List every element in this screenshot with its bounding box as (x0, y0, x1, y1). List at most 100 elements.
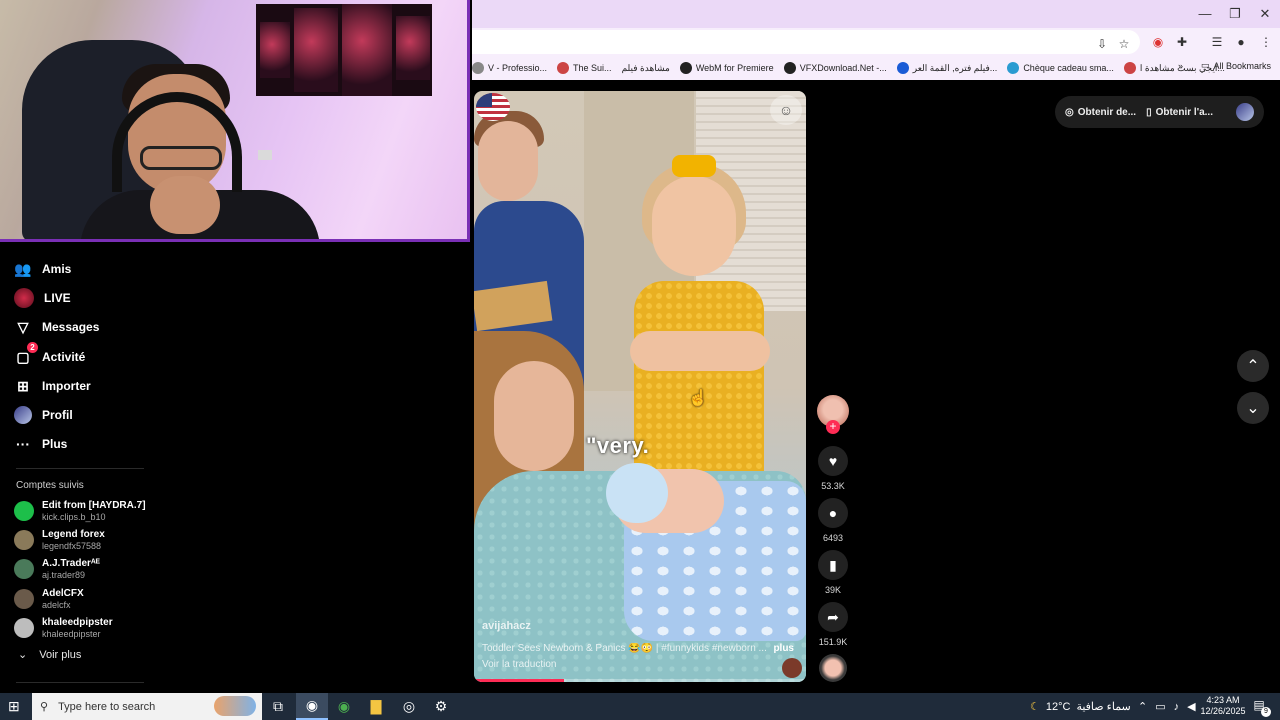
sidebar-item-upload[interactable]: ⊞ Importer (14, 374, 91, 398)
activity-icon: ▢ 2 (14, 342, 38, 366)
minimize-button[interactable]: — (1190, 4, 1220, 24)
sidebar-item-messages[interactable]: ▽ Messages (14, 315, 100, 339)
chevron-up-icon[interactable]: ⌃ (1138, 700, 1147, 713)
moon-icon: ☾ (1030, 701, 1040, 713)
profile-avatar-icon[interactable]: ● (1233, 34, 1249, 50)
file-explorer-icon[interactable]: ▇ (360, 693, 392, 720)
windows-start-icon[interactable]: ⊞ (8, 698, 24, 714)
see-translation-link[interactable]: Voir la traduction (482, 659, 557, 670)
bookmark[interactable]: The Sui... (557, 62, 612, 74)
bookmark[interactable]: مشاهدة فيلم (622, 63, 670, 74)
chrome-app-icon[interactable]: ◉ (296, 693, 328, 720)
network-icon[interactable]: ▭ (1155, 700, 1165, 713)
windows-taskbar: ⊞ ⚲ Type here to search ⧉ ◉ ◉ ▇ ◎ ⚙ ☾ 12… (0, 693, 1280, 720)
mute-toggle-icon[interactable]: ☺ (770, 95, 802, 125)
video-progress-bar[interactable] (474, 679, 806, 682)
like-button[interactable]: ♥ (818, 446, 848, 476)
close-window-button[interactable]: ✕ (1250, 4, 1280, 24)
chevron-up-icon: ⌃ (1246, 358, 1260, 375)
girl-crossed-arms (630, 331, 770, 371)
bookmark[interactable]: WebM for Premiere (679, 62, 774, 74)
account-handle: kick.clips.b_b10 (42, 511, 106, 522)
install-app-icon[interactable]: ⇩ (1094, 36, 1110, 52)
bookmarks-more-icon[interactable]: » (1178, 61, 1183, 71)
hair-bow (672, 155, 716, 177)
steam-app-icon[interactable]: ⚙ (425, 693, 457, 720)
notification-badge: 2 (27, 342, 38, 353)
all-bookmarks-button[interactable]: » ▭ All Bookmarks (1178, 60, 1271, 71)
chrome-profile-icon[interactable]: ◉ (328, 693, 360, 720)
search-icon: ⚲ (40, 701, 49, 713)
bookmark-star-icon[interactable]: ☆ (1116, 36, 1132, 52)
account-handle: khaleedpipster (42, 628, 101, 639)
restore-button[interactable]: ❐ (1220, 4, 1250, 24)
bookmark-favicon-icon (1123, 62, 1136, 74)
address-bar: ⇩ ☆ ◉ ✚ ☰ ● ⋮ (472, 28, 1280, 56)
account-name: Legend forex (42, 528, 105, 540)
volume-icon[interactable]: ◀ (1187, 700, 1195, 713)
microphone-icon[interactable]: ♪ (1174, 701, 1180, 713)
bookmark[interactable]: VFXDownload.Net -... (783, 62, 887, 74)
follow-plus-button[interactable]: + (826, 420, 840, 434)
task-view-icon[interactable]: ⧉ (262, 693, 294, 720)
bookmark-label: VFXDownload.Net -... (799, 63, 887, 73)
comment-button[interactable]: ● (818, 498, 848, 528)
coin-icon: ◎ (1065, 106, 1074, 118)
sidebar-item-more[interactable]: ··· Plus (14, 432, 67, 456)
get-app-button[interactable]: ▯ Obtenir l'a... (1136, 107, 1213, 118)
following-account[interactable]: Edit from [HAYDRA.7] kick.clips.b_b10 (14, 498, 146, 524)
following-account[interactable]: AdelCFX adelcfx (14, 586, 84, 612)
taskbar-search[interactable]: ⚲ Type here to search (32, 693, 262, 720)
following-account[interactable]: A.J.Traderᴬᴱ aj.trader89 (14, 556, 100, 582)
bookmark-favicon-icon (679, 62, 692, 74)
avatar (14, 530, 34, 550)
notification-center-icon[interactable]: ▤ 9 (1250, 698, 1271, 717)
get-coins-button[interactable]: ◎ Obtenir de... (1055, 107, 1136, 118)
browser-menu-icon[interactable]: ⋮ (1258, 34, 1274, 50)
sound-disc-icon[interactable] (782, 658, 802, 678)
wall-art-panel (396, 16, 430, 80)
comment-count: 6493 (822, 533, 844, 543)
bookmark[interactable]: Chèque cadeau sma... (1007, 62, 1114, 74)
get-app-label: Obtenir l'a... (1155, 106, 1213, 118)
url-field[interactable]: ⇩ ☆ (472, 30, 1140, 54)
bookmark-favicon-icon (783, 62, 796, 74)
obs-app-icon[interactable]: ◎ (393, 693, 425, 720)
all-bookmarks-label: All Bookmarks (1213, 60, 1271, 71)
phone-icon: ▯ (1146, 106, 1152, 118)
sidebar-item-profile[interactable]: Profil (14, 403, 73, 427)
following-account[interactable]: khaleedpipster khaleedpipster (14, 615, 113, 641)
sidebar-item-friends[interactable]: 👥 Amis (14, 257, 71, 281)
taskbar-clock[interactable]: 4:23 AM 12/26/2025 (1200, 695, 1246, 717)
music-disc-icon[interactable] (819, 654, 847, 682)
see-more-label: Voir plus (39, 648, 82, 661)
previous-video-button[interactable]: ⌃ (1237, 350, 1269, 382)
following-account[interactable]: Legend forex legendfx57588 (14, 527, 105, 553)
us-flag-icon (476, 93, 510, 121)
person-hand (150, 176, 220, 234)
sidebar-item-activity[interactable]: ▢ 2 Activité (14, 342, 85, 369)
search-highlight-image (214, 696, 256, 716)
account-name: AdelCFX (42, 587, 84, 599)
extensions-icon[interactable]: ✚ (1174, 34, 1190, 50)
following-section-title: Comptes suivis (16, 480, 84, 491)
media-control-icon[interactable]: ☰ (1209, 34, 1225, 50)
account-avatar[interactable] (1236, 103, 1254, 121)
bookmark-favicon-icon (896, 62, 909, 74)
share-button[interactable]: ➦ (818, 602, 848, 632)
save-button[interactable]: ▮ (818, 550, 848, 580)
description-more-button[interactable]: plus (773, 643, 794, 654)
see-more-button[interactable]: ⌄ Voir plus (18, 648, 82, 662)
bookmark[interactable]: V - Professio... (472, 62, 547, 74)
bookmark[interactable]: فيلم فتره, القمة العر... (896, 62, 997, 74)
extension-red-icon[interactable]: ◉ (1150, 34, 1166, 50)
chevron-down-icon: ⌄ (18, 649, 28, 661)
sidebar-item-live[interactable]: LIVE (14, 286, 71, 310)
video-author[interactable]: avijahacz (482, 620, 531, 632)
sidebar-item-label: Importer (42, 379, 91, 393)
weather-widget[interactable]: ☾ 12°C سماء صافية (1030, 693, 1131, 720)
wall-art-panel (260, 22, 290, 78)
next-video-button[interactable]: ⌄ (1237, 392, 1269, 424)
avatar (14, 618, 34, 638)
video-player[interactable]: "very. ☺ avijahacz Toddler Sees Newborn … (474, 91, 806, 682)
